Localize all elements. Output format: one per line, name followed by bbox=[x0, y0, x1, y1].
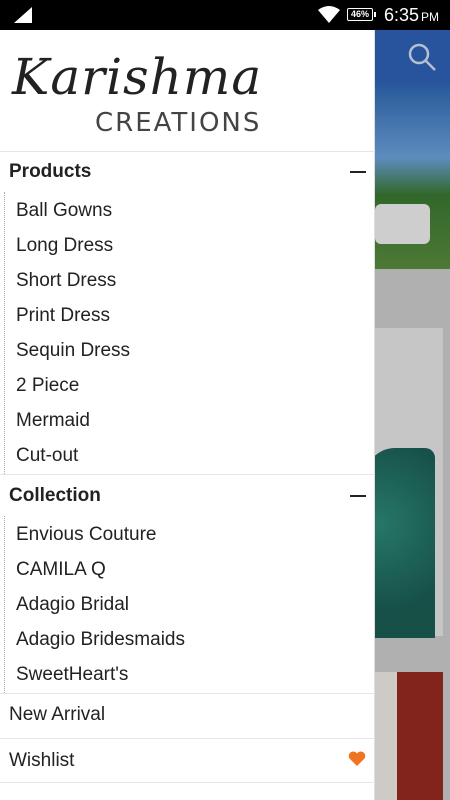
list-item-2-piece[interactable]: 2 Piece bbox=[16, 375, 79, 397]
drawer-scrim[interactable] bbox=[375, 30, 450, 800]
list-item-sequin-dress[interactable]: Sequin Dress bbox=[16, 340, 130, 362]
list-rail bbox=[4, 192, 5, 474]
list-item-cut-out[interactable]: Cut-out bbox=[16, 445, 78, 467]
list-item-short-dress[interactable]: Short Dress bbox=[16, 270, 116, 292]
list-item-adagio-bridesmaids[interactable]: Adagio Bridesmaids bbox=[16, 629, 185, 651]
menu-wishlist[interactable]: Wishlist bbox=[9, 750, 74, 772]
clock-ampm: PM bbox=[421, 10, 440, 24]
menu-new-arrival[interactable]: New Arrival bbox=[9, 704, 105, 726]
section-title: Collection bbox=[9, 485, 101, 506]
brand-logo: Karishma CREATIONS bbox=[0, 30, 375, 152]
battery-icon: 46% bbox=[347, 8, 376, 21]
battery-level: 46% bbox=[350, 9, 369, 19]
clock-time: 6:35 bbox=[384, 5, 420, 25]
list-rail bbox=[4, 516, 5, 693]
heart-icon bbox=[348, 751, 366, 766]
collapse-icon[interactable] bbox=[350, 171, 366, 173]
divider bbox=[0, 782, 375, 783]
logo-script: Karishma bbox=[12, 48, 263, 106]
wifi-icon bbox=[318, 6, 340, 23]
collapse-icon[interactable] bbox=[350, 495, 366, 497]
products-list: Ball Gowns Long Dress Short Dress Print … bbox=[0, 192, 375, 474]
navigation-drawer: Karishma CREATIONS Products Ball Gowns L… bbox=[0, 30, 375, 800]
status-bar: 46% 6:35 PM bbox=[0, 0, 450, 30]
section-header-products[interactable]: Products bbox=[0, 152, 375, 192]
list-item-print-dress[interactable]: Print Dress bbox=[16, 305, 110, 327]
section-header-collection[interactable]: Collection bbox=[0, 476, 375, 516]
logo-subtitle: CREATIONS bbox=[95, 108, 262, 138]
signal-icon bbox=[14, 7, 32, 23]
divider bbox=[0, 474, 375, 475]
list-item-adagio-bridal[interactable]: Adagio Bridal bbox=[16, 594, 129, 616]
list-item-long-dress[interactable]: Long Dress bbox=[16, 235, 113, 257]
divider bbox=[0, 693, 375, 694]
section-title: Products bbox=[9, 161, 92, 182]
collection-list: Envious Couture CAMILA Q Adagio Bridal A… bbox=[0, 516, 375, 693]
list-item-envious-couture[interactable]: Envious Couture bbox=[16, 524, 156, 546]
list-item-camila-q[interactable]: CAMILA Q bbox=[16, 559, 106, 581]
background-app[interactable] bbox=[375, 30, 450, 800]
divider bbox=[0, 738, 375, 739]
clock: 6:35 PM bbox=[384, 5, 439, 26]
list-item-ball-gowns[interactable]: Ball Gowns bbox=[16, 200, 112, 222]
list-item-sweethearts[interactable]: SweetHeart's bbox=[16, 664, 128, 686]
list-item-mermaid[interactable]: Mermaid bbox=[16, 410, 90, 432]
